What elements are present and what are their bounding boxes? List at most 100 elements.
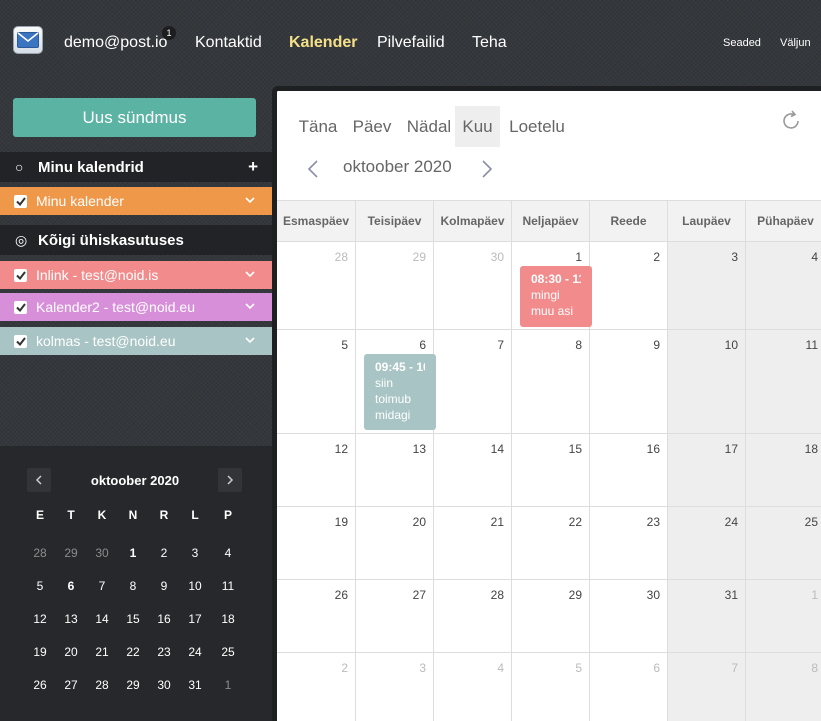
nav-contacts[interactable]: Kontaktid <box>195 34 262 52</box>
day-cell[interactable]: 14 <box>434 434 512 507</box>
day-cell[interactable]: 4 <box>434 653 512 721</box>
mini-day-cell[interactable]: 23 <box>149 645 179 659</box>
tab-week[interactable]: Nädal <box>402 106 456 147</box>
day-cell[interactable]: 30 <box>434 242 512 330</box>
day-cell[interactable]: 26 <box>277 580 356 653</box>
day-cell[interactable]: 1 <box>746 580 821 653</box>
mini-day-cell[interactable]: 4 <box>213 546 243 560</box>
day-cell[interactable]: 7 <box>434 330 512 434</box>
day-cell[interactable]: 28 <box>277 242 356 330</box>
nav-cloud-files[interactable]: Pilvefailid <box>377 34 445 52</box>
mini-day-cell[interactable]: 8 <box>118 579 148 593</box>
day-cell[interactable]: 29 <box>356 242 434 330</box>
day-cell[interactable]: 22 <box>512 507 590 580</box>
mini-day-cell[interactable]: 15 <box>118 612 148 626</box>
checkbox-checked-icon[interactable] <box>14 300 27 314</box>
mini-day-cell[interactable]: 21 <box>87 645 117 659</box>
tab-month[interactable]: Kuu <box>455 106 500 147</box>
day-cell[interactable]: 13 <box>356 434 434 507</box>
mini-day-cell[interactable]: 1 <box>213 678 243 692</box>
day-cell[interactable]: 8 <box>746 653 821 721</box>
add-calendar-icon[interactable]: + <box>248 157 258 177</box>
mini-day-cell[interactable]: 10 <box>180 579 210 593</box>
mini-day-cell[interactable]: 12 <box>25 612 55 626</box>
checkbox-checked-icon[interactable] <box>14 268 27 282</box>
nav-tasks[interactable]: Teha <box>472 34 507 52</box>
day-cell[interactable]: 29 <box>512 580 590 653</box>
mini-day-cell[interactable]: 29 <box>56 546 86 560</box>
mini-day-cell[interactable]: 3 <box>180 546 210 560</box>
mini-day-cell[interactable]: 7 <box>87 579 117 593</box>
mini-day-cell[interactable]: 30 <box>149 678 179 692</box>
mini-day-cell[interactable]: 9 <box>149 579 179 593</box>
mini-day-cell[interactable]: 1 <box>118 546 148 560</box>
day-cell[interactable]: 21 <box>434 507 512 580</box>
day-cell[interactable]: 11 <box>746 330 821 434</box>
mini-day-cell[interactable]: 29 <box>118 678 148 692</box>
day-cell[interactable]: 31 <box>668 580 746 653</box>
day-cell[interactable]: 28 <box>434 580 512 653</box>
day-cell[interactable]: 16 <box>590 434 668 507</box>
account-email-link[interactable]: demo@post.io <box>64 34 167 52</box>
day-cell[interactable]: 2 <box>590 242 668 330</box>
mini-day-cell[interactable]: 22 <box>118 645 148 659</box>
mini-day-cell[interactable]: 20 <box>56 645 86 659</box>
calendar-item-my-calendar[interactable]: Minu kalender <box>0 187 272 215</box>
day-cell[interactable]: 9 <box>590 330 668 434</box>
mini-day-cell[interactable]: 28 <box>87 678 117 692</box>
day-cell[interactable]: 18 <box>746 434 821 507</box>
tab-list[interactable]: Loetelu <box>506 106 568 147</box>
calendar-item-kolmas[interactable]: kolmas - test@noid.eu <box>0 327 272 355</box>
mini-day-cell[interactable]: 26 <box>25 678 55 692</box>
mini-day-cell[interactable]: 6 <box>56 579 86 593</box>
day-cell[interactable]: 30 <box>590 580 668 653</box>
mail-app-icon[interactable] <box>13 26 43 54</box>
refresh-icon[interactable] <box>779 109 803 133</box>
day-cell[interactable]: 5 <box>512 653 590 721</box>
day-cell[interactable]: 3 <box>668 242 746 330</box>
calendar-event[interactable]: 08:30 - 11 mingi muu asi <box>520 266 592 327</box>
calendar-item-inlink[interactable]: Inlink - test@noid.is <box>0 261 272 289</box>
day-cell[interactable]: 17 <box>668 434 746 507</box>
tab-today[interactable]: Täna <box>294 106 342 147</box>
day-cell[interactable]: 24 <box>668 507 746 580</box>
mini-day-cell[interactable]: 30 <box>87 546 117 560</box>
day-cell[interactable]: 6 <box>590 653 668 721</box>
settings-link[interactable]: Seaded <box>723 37 761 49</box>
mini-day-cell[interactable]: 5 <box>25 579 55 593</box>
day-cell[interactable]: 23 <box>590 507 668 580</box>
mini-day-cell[interactable]: 11 <box>213 579 243 593</box>
day-cell[interactable]: 5 <box>277 330 356 434</box>
day-cell[interactable]: 4 <box>746 242 821 330</box>
day-cell[interactable]: 19 <box>277 507 356 580</box>
day-cell[interactable]: 2 <box>277 653 356 721</box>
mini-day-cell[interactable]: 27 <box>56 678 86 692</box>
mini-day-cell[interactable]: 31 <box>180 678 210 692</box>
mini-next-month-button[interactable] <box>218 468 242 492</box>
mini-day-cell[interactable]: 17 <box>180 612 210 626</box>
day-cell[interactable]: 25 <box>746 507 821 580</box>
day-cell[interactable]: 27 <box>356 580 434 653</box>
mini-day-cell[interactable]: 16 <box>149 612 179 626</box>
checkbox-checked-icon[interactable] <box>14 194 27 208</box>
calendar-item-kalender2[interactable]: Kalender2 - test@noid.eu <box>0 293 272 321</box>
checkbox-checked-icon[interactable] <box>14 334 27 348</box>
mini-day-cell[interactable]: 24 <box>180 645 210 659</box>
mini-day-cell[interactable]: 28 <box>25 546 55 560</box>
mini-day-cell[interactable]: 18 <box>213 612 243 626</box>
nav-calendar[interactable]: Kalender <box>289 34 357 52</box>
prev-month-icon[interactable] <box>307 159 319 179</box>
mini-day-cell[interactable]: 19 <box>25 645 55 659</box>
calendar-event[interactable]: 09:45 - 10 siin toimub midagi <box>364 354 436 430</box>
mini-day-cell[interactable]: 25 <box>213 645 243 659</box>
day-cell[interactable]: 7 <box>668 653 746 721</box>
chevron-down-icon[interactable] <box>244 300 256 312</box>
day-cell[interactable]: 12 <box>277 434 356 507</box>
chevron-down-icon[interactable] <box>244 334 256 346</box>
chevron-down-icon[interactable] <box>244 194 256 206</box>
day-cell[interactable]: 3 <box>356 653 434 721</box>
chevron-down-icon[interactable] <box>244 268 256 280</box>
new-event-button[interactable]: Uus sündmus <box>13 98 256 137</box>
logout-link[interactable]: Väljun <box>780 37 811 49</box>
day-cell[interactable]: 8 <box>512 330 590 434</box>
